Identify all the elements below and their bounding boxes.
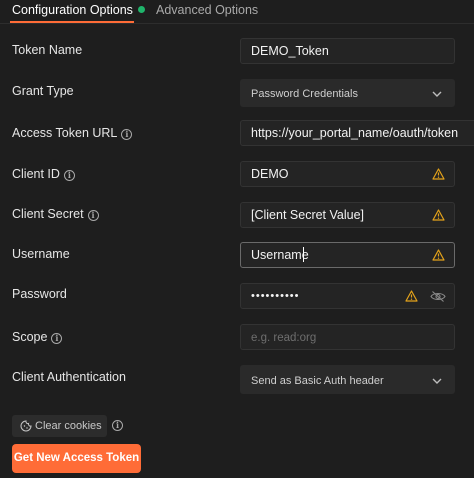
client-id-input[interactable]: DEMO <box>240 161 455 187</box>
warning-icon <box>432 209 445 221</box>
grant-type-row: Grant Type Password Credentials <box>0 79 474 109</box>
client-authentication-select[interactable]: Send as Basic Auth header <box>240 365 455 394</box>
cookie-icon <box>20 420 32 432</box>
info-icon[interactable]: i <box>87 210 99 221</box>
token-name-label: Token Name <box>12 43 83 57</box>
token-name-row: Token Name DEMO_Token <box>0 38 474 68</box>
username-input[interactable]: Username <box>240 242 455 268</box>
warning-icon <box>432 249 445 261</box>
info-icon[interactable]: i <box>51 333 63 344</box>
info-icon[interactable]: i <box>112 420 123 431</box>
tab-configuration-options[interactable]: Configuration Options <box>12 3 145 17</box>
username-row: Username Username <box>0 242 474 272</box>
info-icon[interactable]: i <box>63 170 75 181</box>
password-label: Password <box>12 287 67 301</box>
eye-slash-icon[interactable] <box>430 290 446 303</box>
access-token-url-label: Access Token URL i <box>12 125 133 141</box>
warning-icon <box>405 290 418 302</box>
client-authentication-label: Client Authentication <box>12 370 126 384</box>
client-id-label: Client ID i <box>12 166 75 182</box>
options-tabs: Configuration Options Advanced Options <box>0 0 474 24</box>
scope-label-text: Scope <box>12 330 48 344</box>
access-token-url-value: https://your_portal_name/oauth/token <box>251 126 459 140</box>
client-secret-input[interactable]: [Client Secret Value] <box>240 202 455 228</box>
chevron-down-icon <box>432 91 442 97</box>
info-icon[interactable]: i <box>121 129 133 140</box>
scope-placeholder: e.g. read:org <box>251 332 317 344</box>
client-authentication-value: Send as Basic Auth header <box>251 375 384 387</box>
grant-type-value: Password Credentials <box>251 88 358 100</box>
chevron-down-icon <box>432 378 442 384</box>
client-id-value: DEMO <box>251 167 289 181</box>
client-secret-row: Client Secret i [Client Secret Value] <box>0 202 474 232</box>
status-dot-icon <box>137 6 145 13</box>
access-token-url-input[interactable]: https://your_portal_name/oauth/token <box>240 120 474 146</box>
text-cursor <box>303 247 304 262</box>
client-id-label-text: Client ID <box>12 167 60 181</box>
access-token-url-row: Access Token URL i https://your_portal_na… <box>0 120 474 150</box>
scope-row: Scope i e.g. read:org <box>0 324 474 354</box>
token-name-input[interactable]: DEMO_Token <box>240 38 455 64</box>
clear-cookies-button[interactable]: Clear cookies <box>12 415 107 437</box>
clear-cookies-label: Clear cookies <box>35 420 102 432</box>
scope-input[interactable]: e.g. read:org <box>240 324 455 350</box>
client-secret-value: [Client Secret Value] <box>251 208 365 222</box>
client-id-row: Client ID i DEMO <box>0 161 474 191</box>
tab-advanced-options[interactable]: Advanced Options <box>156 3 258 17</box>
password-input[interactable]: •••••••••• <box>240 283 455 309</box>
password-value: •••••••••• <box>251 290 300 302</box>
get-new-access-token-button[interactable]: Get New Access Token <box>12 444 141 473</box>
tab-advanced-label: Advanced Options <box>156 3 259 17</box>
token-name-value: DEMO_Token <box>251 44 329 58</box>
tab-configuration-label: Configuration Options <box>12 3 133 17</box>
access-token-url-label-text: Access Token URL <box>12 126 118 140</box>
grant-type-select[interactable]: Password Credentials <box>240 79 455 107</box>
scope-label: Scope i <box>12 329 63 345</box>
username-label: Username <box>12 247 70 261</box>
username-value: Username <box>251 248 309 262</box>
client-authentication-row: Client Authentication Send as Basic Auth… <box>0 365 474 395</box>
client-secret-label: Client Secret i <box>12 206 99 222</box>
active-tab-indicator <box>10 21 134 23</box>
client-secret-label-text: Client Secret <box>12 207 84 221</box>
grant-type-label: Grant Type <box>12 84 74 98</box>
warning-icon <box>432 168 445 180</box>
password-row: Password •••••••••• <box>0 283 474 313</box>
